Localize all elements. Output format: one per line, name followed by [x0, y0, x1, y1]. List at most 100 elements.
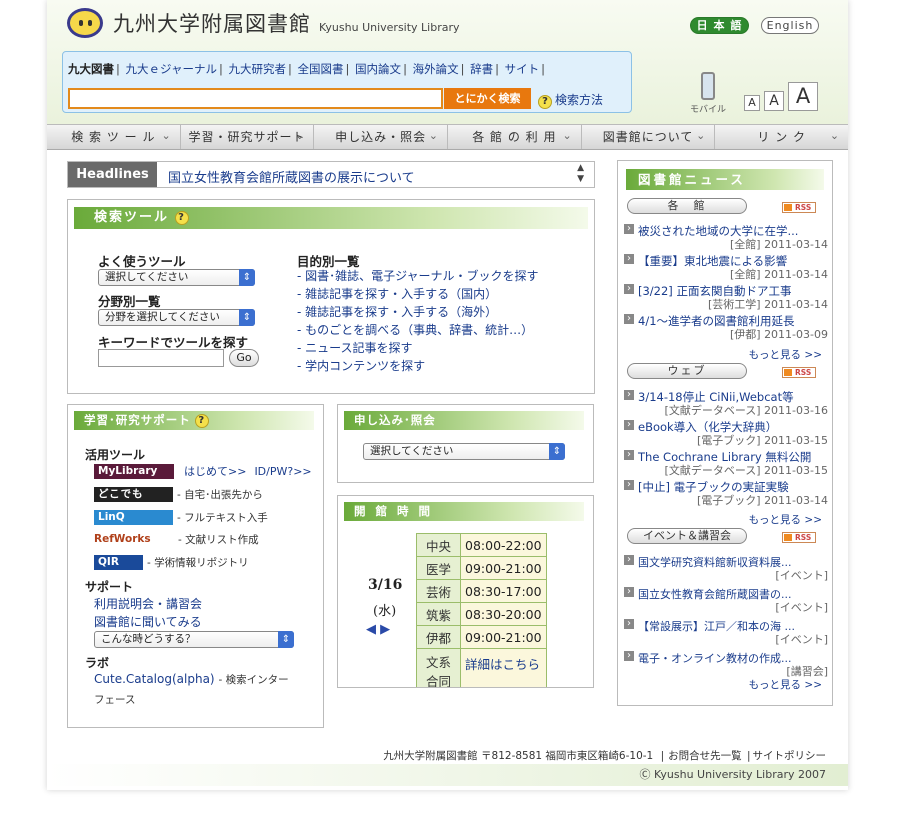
hours-panel: 開 館 時 間 3/16 (水) ◀ ▶ 中央 08:00-22:00 医学 09:… — [337, 495, 594, 688]
scope-tab-dictionary[interactable]: 辞書 — [470, 62, 493, 76]
lang-english-button[interactable]: English — [761, 17, 819, 34]
contact-link[interactable]: お問合せ先一覧 — [668, 750, 742, 762]
mylibrary-id-link[interactable]: ID/PW?>> — [254, 465, 311, 478]
font-size-small-button[interactable]: A — [744, 95, 760, 111]
scope-tab-national-books[interactable]: 全国図書 — [298, 62, 344, 76]
arrow-up-icon[interactable]: ▲ — [577, 163, 584, 174]
search-input[interactable] — [68, 88, 443, 109]
hours-date-nav: ◀ ▶ — [366, 622, 390, 637]
qir-logo[interactable]: QIR — [94, 555, 143, 570]
help-icon[interactable]: ? — [175, 210, 190, 225]
linq-logo[interactable]: LinQ — [94, 510, 173, 525]
hours-date: 3/16 — [368, 577, 403, 593]
news-title-link[interactable]: 【重要】東北地震による影響 — [624, 253, 828, 269]
list-item: 4/1〜進学者の図書館利用延長[伊都] 2011-03-09 — [624, 313, 828, 341]
font-size-medium-button[interactable]: A — [764, 91, 784, 111]
purpose-link[interactable]: - ニュース記事を探す — [297, 339, 539, 357]
cute-catalog-row: Cute.Catalog(alpha) - 検索インター — [94, 672, 289, 687]
arrow-down-icon[interactable]: ▼ — [577, 174, 584, 185]
purpose-link[interactable]: - 図書･雑誌、電子ジャーナル・ブックを探す — [297, 267, 539, 285]
news-title-link[interactable]: [中止] 電子ブックの実証実験 — [624, 479, 828, 495]
table-row: 中央 08:00-22:00 — [416, 533, 547, 557]
search-button[interactable]: とにかく検索 — [444, 88, 531, 109]
ask-library-link[interactable]: 図書館に聞いてみる — [94, 613, 202, 630]
scope-tab-site[interactable]: サイト — [505, 62, 540, 76]
mylibrary-first-link[interactable]: はじめて>> — [184, 463, 246, 479]
lang-japanese-button[interactable]: 日 本 語 — [690, 17, 749, 34]
rss-feed-icon[interactable]: RSS — [782, 532, 816, 543]
site-logo[interactable]: 九州大学附属図書館 Kyushu University Library — [67, 8, 460, 38]
news-title-link[interactable]: eBook導入（化学大辞典） — [624, 419, 828, 435]
dokodemo-desc: - 自宅･出張先から — [177, 489, 263, 501]
more-link-events[interactable]: もっと見る >> — [749, 677, 822, 692]
news-title-link[interactable]: 電子・オンライン教材の作成... — [624, 650, 828, 666]
apply-title: 申し込み･照会 — [344, 411, 584, 430]
news-meta: [文献データベース] 2011-03-16 — [664, 404, 828, 417]
field-select[interactable]: 分野を選択してください — [98, 309, 255, 326]
rss-feed-icon[interactable]: RSS — [782, 202, 816, 213]
more-link-web[interactable]: もっと見る >> — [749, 512, 822, 527]
purpose-link[interactable]: - 雑誌記事を探す・入手する（国内） — [297, 285, 539, 303]
news-title-link[interactable]: 4/1〜進学者の図書館利用延長 — [624, 313, 828, 329]
apply-select[interactable]: 選択してください — [363, 443, 565, 460]
keyword-input[interactable] — [98, 349, 224, 367]
news-tab-web[interactable]: ウェブ — [627, 363, 747, 379]
nav-about-library[interactable]: 図書館について — [582, 123, 716, 149]
cute-catalog-link[interactable]: Cute.Catalog(alpha) — [94, 672, 215, 686]
news-title-link[interactable]: The Cochrane Library 無料公開 — [624, 449, 828, 465]
footer-address: 九州大学附属図書館 〒812-8581 福岡市東区箱崎6-10-1 — [383, 750, 654, 762]
news-title-link[interactable]: 【常設展示】江戸／和本の海 ... — [624, 618, 828, 634]
purpose-link[interactable]: - ものごとを調べる（事典、辞書、統計…） — [297, 321, 539, 339]
news-title-link[interactable]: 3/14-18停止 CiNii,Webcat等 — [624, 389, 828, 405]
hours-detail-link[interactable]: 詳細はこちら — [460, 648, 547, 687]
purpose-link[interactable]: - 学内コンテンツを探す — [297, 357, 539, 375]
hours-time: 08:00-22:00 — [460, 533, 547, 557]
font-size-large-button[interactable]: A — [788, 82, 818, 111]
nav-branch-use[interactable]: 各 館 の 利 用 — [448, 123, 582, 149]
seminar-link[interactable]: 利用説明会・講習会 — [94, 595, 202, 612]
dokodemo-logo[interactable]: どこでも — [94, 487, 173, 502]
nav-applications[interactable]: 申し込み・照会 — [314, 123, 449, 149]
search-help-link[interactable]: ? 検索方法 — [538, 91, 603, 109]
news-tab-events[interactable]: イベント＆講習会 — [627, 528, 747, 544]
news-title-link[interactable]: 国立女性教育会館所蔵図書の... — [624, 586, 828, 602]
go-button[interactable]: Go — [229, 349, 259, 367]
scope-tab-ejournal[interactable]: 九大ｅジャーナル — [126, 62, 217, 76]
scope-tab-kyudai-books[interactable]: 九大図書 — [68, 62, 114, 76]
mylibrary-row: MyLibrary はじめて>> ID/PW?>> — [94, 463, 312, 479]
news-title-link[interactable]: [3/22] 正面玄関自動ドア工事 — [624, 283, 828, 299]
hours-branch: 中央 — [416, 533, 461, 557]
rss-feed-icon[interactable]: RSS — [782, 367, 816, 378]
mobile-link[interactable]: モバイル — [690, 72, 726, 115]
support-title: 学習･研究サポート? — [74, 411, 314, 430]
next-day-icon[interactable]: ▶ — [380, 622, 390, 637]
support-title-text: 学習･研究サポート — [84, 413, 191, 427]
nav-study-support[interactable]: 学習・研究サポート — [181, 123, 315, 149]
news-tab-branches[interactable]: 各 館 — [627, 198, 747, 214]
scope-tab-foreign-papers[interactable]: 海外論文 — [413, 62, 459, 76]
nav-links[interactable]: リ ン ク — [715, 123, 848, 149]
support-section-label: サポート — [85, 580, 134, 594]
mylibrary-logo[interactable]: MyLibrary — [94, 463, 174, 479]
headline-scroll-arrows[interactable]: ▲ ▼ — [577, 163, 584, 185]
common-tools-select[interactable]: 選択してください — [98, 269, 255, 286]
news-title: 図書館ニュース — [626, 169, 824, 190]
news-meta: [イベント] — [775, 601, 828, 614]
news-title-link[interactable]: 被災された地域の大学に在学... — [624, 223, 828, 239]
nav-search-tools[interactable]: 検 索 ツ ー ル — [47, 123, 181, 149]
dokodemo-row: どこでも - 自宅･出張先から — [94, 487, 263, 502]
help-icon[interactable]: ? — [194, 413, 209, 428]
purpose-link[interactable]: - 雑誌記事を探す・入手する（海外） — [297, 303, 539, 321]
list-item: 被災された地域の大学に在学...[全館] 2011-03-14 — [624, 223, 828, 251]
more-link-branches[interactable]: もっと見る >> — [749, 347, 822, 362]
scope-tab-domestic-papers[interactable]: 国内論文 — [355, 62, 401, 76]
prev-day-icon[interactable]: ◀ — [366, 622, 376, 637]
table-row: 筑紫 08:30-20:00 — [416, 602, 547, 626]
refworks-logo[interactable]: RefWorks — [94, 532, 174, 547]
headline-link[interactable]: 国立女性教育会館所蔵図書の展示について — [168, 167, 415, 186]
scope-tab-researchers[interactable]: 九大研究者 — [229, 62, 287, 76]
news-title-link[interactable]: 国文学研究資料館新収資料展... — [624, 554, 828, 570]
site-policy-link[interactable]: サイトポリシー — [753, 750, 827, 762]
list-item: [中止] 電子ブックの実証実験[電子ブック] 2011-03-14 — [624, 479, 828, 507]
how-to-select[interactable]: こんな時どうする？ — [94, 631, 294, 648]
